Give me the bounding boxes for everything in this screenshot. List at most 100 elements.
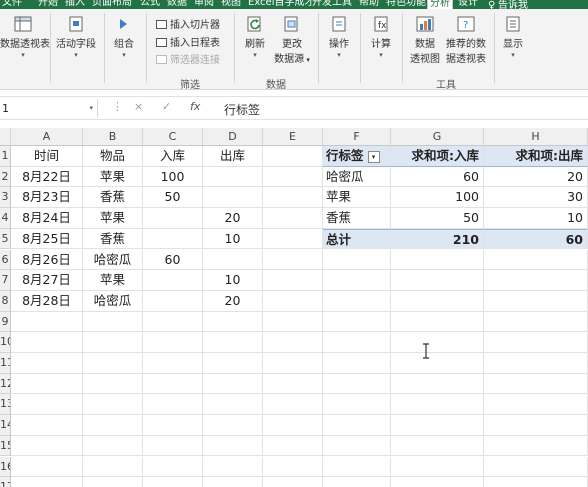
table-cell[interactable]: 哈密瓜 [83, 290, 143, 312]
row-header[interactable]: 5 [0, 228, 11, 250]
grid-cell[interactable] [484, 332, 588, 353]
grid-cell[interactable] [391, 456, 484, 478]
table-cell[interactable]: 香蕉 [83, 187, 143, 209]
table-header-cell[interactable]: 时间 [11, 146, 83, 167]
grid-cell[interactable] [203, 373, 263, 395]
grid-cell[interactable] [11, 435, 83, 457]
table-header-cell[interactable]: 物品 [83, 146, 143, 167]
grid-cell[interactable] [83, 353, 143, 374]
row-header[interactable]: 15 [0, 435, 11, 457]
grid-cell[interactable] [143, 311, 203, 333]
grid-cell[interactable] [484, 311, 588, 333]
grid-cell[interactable] [11, 415, 83, 436]
grid-cell[interactable] [203, 332, 263, 353]
grid-cell[interactable] [263, 311, 323, 333]
tab-analyze[interactable]: 分析 [427, 0, 453, 9]
grid-cell[interactable] [263, 394, 323, 416]
column-header-f[interactable]: F [323, 128, 391, 146]
change-data-source-button[interactable]: 更改 数据源 ▾ [272, 16, 312, 65]
grid-cell[interactable] [391, 415, 484, 436]
grid-cell[interactable] [391, 353, 484, 374]
grid-cell[interactable] [323, 332, 391, 353]
grid-cell[interactable] [391, 311, 484, 333]
pivot-value-cell[interactable]: 10 [484, 208, 588, 229]
row-header[interactable]: 13 [0, 394, 11, 416]
grid-cell[interactable] [484, 249, 588, 271]
grid-cell[interactable] [263, 332, 323, 353]
tab-page-layout[interactable]: 页面布局 [90, 0, 134, 9]
table-cell[interactable]: 苹果 [83, 208, 143, 229]
filter-connections-button[interactable]: 筛选器连接 [156, 54, 220, 68]
table-cell[interactable]: 8月25日 [11, 228, 83, 250]
grid-cell[interactable] [143, 208, 203, 229]
tab-insert[interactable]: 插入 [63, 0, 87, 9]
table-cell[interactable]: 20 [203, 290, 263, 312]
grid-cell[interactable] [143, 394, 203, 416]
table-header-cell[interactable]: 入库 [143, 146, 203, 167]
pivot-row-label[interactable]: 苹果 [323, 187, 391, 209]
grid-cell[interactable] [203, 394, 263, 416]
column-header-c[interactable]: C [143, 128, 203, 146]
grid-cell[interactable] [263, 415, 323, 436]
grid-cell[interactable] [323, 290, 391, 312]
grid-cell[interactable] [391, 394, 484, 416]
table-cell[interactable]: 8月26日 [11, 249, 83, 271]
show-button[interactable]: 显示 ▾ [498, 16, 528, 59]
table-cell[interactable]: 10 [203, 270, 263, 291]
row-header[interactable]: 7 [0, 270, 11, 291]
grid-cell[interactable] [391, 373, 484, 395]
grid-cell[interactable] [83, 394, 143, 416]
grid-cell[interactable] [263, 353, 323, 374]
grid-cell[interactable] [11, 311, 83, 333]
select-all-corner[interactable] [0, 128, 11, 146]
tab-file[interactable]: 文件 [0, 0, 24, 9]
grid-cell[interactable] [263, 373, 323, 395]
grid-cell[interactable] [143, 353, 203, 374]
grid-cell[interactable] [203, 456, 263, 478]
tab-excel-self-study[interactable]: Excel自学成才 [246, 0, 317, 9]
grid-cell[interactable] [323, 249, 391, 271]
grid-cell[interactable] [143, 270, 203, 291]
confirm-icon[interactable]: ✓ [162, 100, 171, 113]
tab-design[interactable]: 设计 [456, 0, 480, 9]
tab-data[interactable]: 数据 [165, 0, 189, 9]
grid-cell[interactable] [203, 415, 263, 436]
pivot-chart-button[interactable]: 数据 透视图 [406, 16, 444, 65]
grid-cell[interactable] [323, 373, 391, 395]
grid-cell[interactable] [203, 166, 263, 188]
grid-cell[interactable] [263, 270, 323, 291]
table-cell[interactable]: 20 [203, 208, 263, 229]
table-cell[interactable]: 10 [203, 228, 263, 250]
grid-cell[interactable] [484, 290, 588, 312]
table-cell[interactable]: 苹果 [83, 270, 143, 291]
table-cell[interactable]: 香蕉 [83, 228, 143, 250]
tab-help[interactable]: 帮助 [357, 0, 381, 9]
row-header[interactable]: 17 [0, 477, 11, 487]
pivot-value-cell[interactable]: 50 [391, 208, 484, 229]
pivot-row-label[interactable]: 香蕉 [323, 208, 391, 229]
recommended-pivot-tables-button[interactable]: ? 推荐的数 据透视表 [444, 16, 488, 65]
pivot-value-cell[interactable]: 100 [391, 187, 484, 209]
row-header[interactable]: 8 [0, 290, 11, 312]
grid-cell[interactable] [143, 477, 203, 487]
pivot-value-header[interactable]: 求和项:入库 [391, 146, 484, 167]
tab-review[interactable]: 审阅 [192, 0, 216, 9]
grid-cell[interactable] [391, 435, 484, 457]
group-button[interactable]: 组合 ▾ [108, 16, 140, 59]
grid-cell[interactable] [323, 353, 391, 374]
row-header[interactable]: 2 [0, 166, 11, 188]
formula-input[interactable]: 行标签 [224, 101, 260, 118]
pivot-row-labels-header[interactable]: 行标签 ▾ [323, 146, 391, 167]
grid-cell[interactable] [203, 187, 263, 209]
grid-cell[interactable] [323, 270, 391, 291]
grid-cell[interactable] [11, 353, 83, 374]
grid-cell[interactable] [391, 332, 484, 353]
table-cell[interactable]: 8月24日 [11, 208, 83, 229]
grid-cell[interactable] [83, 435, 143, 457]
tab-special-features[interactable]: 特色功能 [384, 0, 428, 9]
pivot-value-cell[interactable]: 20 [484, 166, 588, 188]
grid-cell[interactable] [484, 415, 588, 436]
grid-cell[interactable] [263, 290, 323, 312]
grid-cell[interactable] [143, 456, 203, 478]
grid-cell[interactable] [323, 477, 391, 487]
